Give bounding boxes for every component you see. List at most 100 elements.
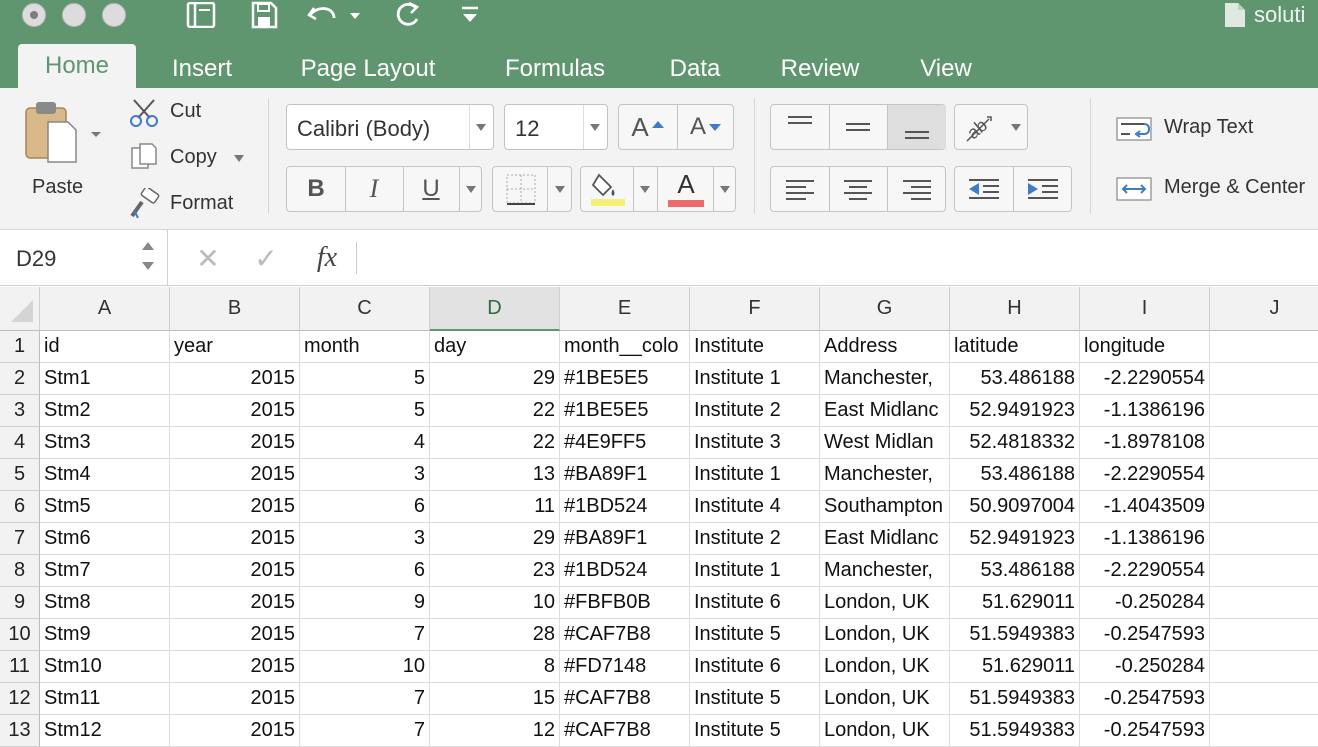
cell-e10[interactable]: #CAF7B8	[560, 619, 690, 651]
align-middle-button[interactable]	[829, 105, 887, 149]
cell-d4[interactable]: 22	[430, 427, 560, 459]
cell-f11[interactable]: Institute 6	[690, 651, 820, 683]
cell-i9[interactable]: -0.250284	[1080, 587, 1210, 619]
cell-j2[interactable]	[1210, 363, 1318, 395]
cell-g12[interactable]: London, UK	[820, 683, 950, 715]
cell-a5[interactable]: Stm4	[40, 459, 170, 491]
cell-d11[interactable]: 8	[430, 651, 560, 683]
cell-f9[interactable]: Institute 6	[690, 587, 820, 619]
tab-insert[interactable]: Insert	[150, 50, 254, 88]
cell-h7[interactable]: 52.9491923	[950, 523, 1080, 555]
cell-i10[interactable]: -0.2547593	[1080, 619, 1210, 651]
cell-c6[interactable]: 6	[300, 491, 430, 523]
cell-d5[interactable]: 13	[430, 459, 560, 491]
cell-g2[interactable]: Manchester,	[820, 363, 950, 395]
cell-h3[interactable]: 52.9491923	[950, 395, 1080, 427]
cell-f2[interactable]: Institute 1	[690, 363, 820, 395]
cell-a2[interactable]: Stm1	[40, 363, 170, 395]
cell-c10[interactable]: 7	[300, 619, 430, 651]
cut-button[interactable]: Cut	[128, 96, 248, 128]
column-header-c[interactable]: C	[300, 287, 430, 331]
cell-d12[interactable]: 15	[430, 683, 560, 715]
cell-e5[interactable]: #BA89F1	[560, 459, 690, 491]
cell-e8[interactable]: #1BD524	[560, 555, 690, 587]
cell-h8[interactable]: 53.486188	[950, 555, 1080, 587]
cell-f10[interactable]: Institute 5	[690, 619, 820, 651]
cell-j9[interactable]	[1210, 587, 1318, 619]
borders-button[interactable]	[492, 166, 572, 212]
cell-h9[interactable]: 51.629011	[950, 587, 1080, 619]
cell-e12[interactable]: #CAF7B8	[560, 683, 690, 715]
minimize-window-button[interactable]	[62, 3, 86, 27]
cell-d2[interactable]: 29	[430, 363, 560, 395]
cell-d9[interactable]: 10	[430, 587, 560, 619]
cell-g11[interactable]: London, UK	[820, 651, 950, 683]
tab-view[interactable]: View	[902, 50, 990, 88]
cell-f8[interactable]: Institute 1	[690, 555, 820, 587]
align-bottom-button[interactable]	[888, 105, 946, 149]
name-box[interactable]: D29	[0, 230, 168, 286]
cell-g7[interactable]: East Midlanc	[820, 523, 950, 555]
cell-g6[interactable]: Southampton	[820, 491, 950, 523]
customize-toolbar-icon[interactable]	[458, 0, 482, 30]
cell-a11[interactable]: Stm10	[40, 651, 170, 683]
cell-g9[interactable]: London, UK	[820, 587, 950, 619]
tab-data[interactable]: Data	[652, 50, 738, 88]
cell-h5[interactable]: 53.486188	[950, 459, 1080, 491]
cell-f4[interactable]: Institute 3	[690, 427, 820, 459]
zoom-window-button[interactable]	[102, 3, 126, 27]
cell-c9[interactable]: 9	[300, 587, 430, 619]
decrease-font-size-button[interactable]: A	[677, 105, 735, 149]
cell-b1[interactable]: year	[170, 331, 300, 363]
cell-i13[interactable]: -0.2547593	[1080, 715, 1210, 747]
cell-b4[interactable]: 2015	[170, 427, 300, 459]
column-header-d[interactable]: D	[430, 287, 560, 331]
row-header[interactable]: 11	[0, 651, 40, 683]
underline-button[interactable]: U	[403, 167, 459, 211]
cell-j12[interactable]	[1210, 683, 1318, 715]
cell-i8[interactable]: -2.2290554	[1080, 555, 1210, 587]
cell-b6[interactable]: 2015	[170, 491, 300, 523]
row-header[interactable]: 4	[0, 427, 40, 459]
cancel-entry-button[interactable]: ✕	[194, 240, 222, 276]
cell-h6[interactable]: 50.9097004	[950, 491, 1080, 523]
cell-j4[interactable]	[1210, 427, 1318, 459]
cell-d1[interactable]: day	[430, 331, 560, 363]
font-size-select[interactable]: 12	[504, 104, 608, 150]
cell-f5[interactable]: Institute 1	[690, 459, 820, 491]
cell-c3[interactable]: 5	[300, 395, 430, 427]
copy-button[interactable]: Copy	[128, 142, 258, 174]
cell-d13[interactable]: 12	[430, 715, 560, 747]
merge-center-button[interactable]: Merge & Center	[1114, 172, 1318, 206]
row-header[interactable]: 13	[0, 715, 40, 747]
cell-e4[interactable]: #4E9FF5	[560, 427, 690, 459]
cell-e11[interactable]: #FD7148	[560, 651, 690, 683]
cell-i3[interactable]: -1.1386196	[1080, 395, 1210, 427]
font-color-caret-icon[interactable]	[720, 186, 730, 193]
cell-b5[interactable]: 2015	[170, 459, 300, 491]
increase-font-size-button[interactable]: A	[619, 105, 677, 149]
cell-a1[interactable]: id	[40, 331, 170, 363]
cell-c8[interactable]: 6	[300, 555, 430, 587]
row-header[interactable]: 2	[0, 363, 40, 395]
font-color-button[interactable]: A	[661, 167, 711, 211]
name-box-stepper-icon[interactable]	[140, 238, 156, 274]
cell-b3[interactable]: 2015	[170, 395, 300, 427]
sidebar-icon[interactable]	[184, 0, 218, 30]
decrease-indent-button[interactable]	[955, 167, 1013, 211]
cell-c12[interactable]: 7	[300, 683, 430, 715]
cell-a13[interactable]: Stm12	[40, 715, 170, 747]
cell-a8[interactable]: Stm7	[40, 555, 170, 587]
cell-h10[interactable]: 51.5949383	[950, 619, 1080, 651]
cell-b7[interactable]: 2015	[170, 523, 300, 555]
cell-i11[interactable]: -0.250284	[1080, 651, 1210, 683]
cell-i5[interactable]: -2.2290554	[1080, 459, 1210, 491]
cell-a4[interactable]: Stm3	[40, 427, 170, 459]
column-header-f[interactable]: F	[690, 287, 820, 331]
tab-page-layout[interactable]: Page Layout	[278, 50, 458, 88]
cell-j5[interactable]	[1210, 459, 1318, 491]
format-painter-button[interactable]: Format	[128, 188, 258, 220]
column-header-a[interactable]: A	[40, 287, 170, 331]
cell-g5[interactable]: Manchester,	[820, 459, 950, 491]
row-header[interactable]: 1	[0, 331, 40, 363]
